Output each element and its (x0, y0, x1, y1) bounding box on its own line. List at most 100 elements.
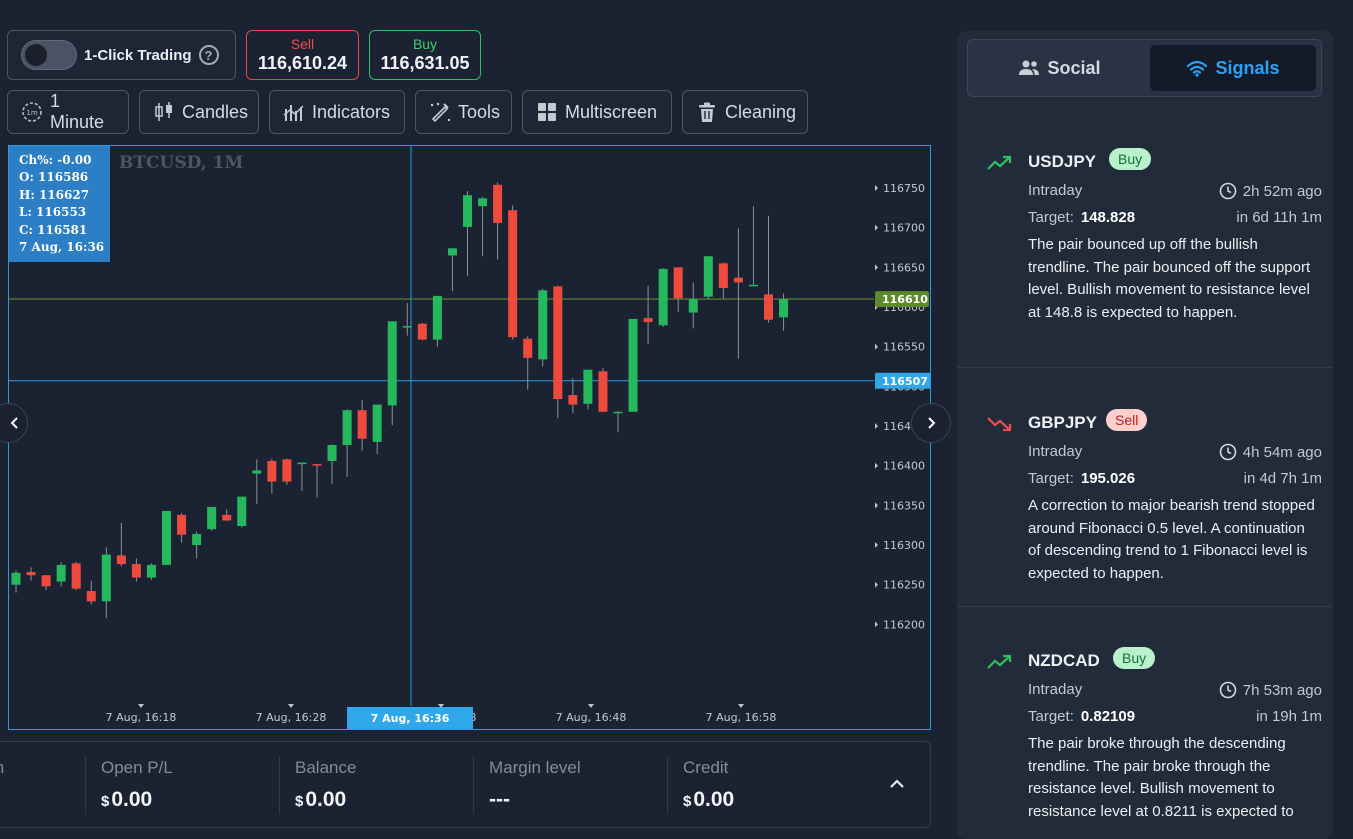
signal-target: 148.828 (1080, 209, 1136, 226)
signal-age: 4h 54m ago (1242, 443, 1322, 461)
tools-button[interactable]: Tools (415, 90, 512, 134)
candle-up (402, 326, 412, 328)
ohlc-tooltip: Ch%: -0.00 O: 116586 H: 116627 L: 116553… (9, 146, 110, 262)
cleaning-label: Cleaning (725, 101, 797, 122)
multiscreen-button[interactable]: Multiscreen (522, 90, 672, 134)
chevron-left-icon (10, 417, 18, 429)
candle-up (703, 256, 713, 297)
candle-up (192, 533, 202, 546)
signal-expiry: in 4d 7h 1m (1243, 470, 1322, 487)
candle-down (417, 323, 427, 340)
x-tick-marker (588, 704, 594, 708)
candle-up (387, 321, 397, 406)
candle-up (372, 404, 382, 442)
tab-signals[interactable]: Signals (1150, 45, 1316, 91)
currency-symbol: $ (295, 793, 304, 810)
candle-up (583, 369, 593, 404)
candle-down (86, 591, 96, 602)
stat-balance: Balance $0.00 (295, 758, 356, 812)
candle-up (237, 496, 247, 527)
candle-down (26, 572, 36, 576)
candlestick-chart[interactable]: 1162001162501163001163501164001164501165… (9, 146, 931, 730)
y-tick-marker (875, 185, 878, 191)
candles-button[interactable]: Candles (139, 90, 259, 134)
tools-label: Tools (458, 101, 501, 122)
candle-down (568, 395, 578, 405)
buy-button[interactable]: Buy 116,631.05 (369, 30, 481, 80)
candle-down (357, 410, 367, 439)
help-icon[interactable]: ? (198, 45, 219, 65)
y-tick-marker (875, 542, 878, 549)
candle-up (56, 564, 66, 582)
multiscreen-label: Multiscreen (565, 101, 658, 122)
stat-margin-level: Margin level --- (489, 758, 581, 812)
candle-down (71, 563, 81, 589)
candle-down (733, 277, 743, 283)
candle-down (493, 184, 503, 223)
stat-value: 0.00 (111, 788, 153, 811)
chart-next-arrow[interactable] (911, 403, 951, 443)
candle-up (162, 510, 171, 565)
y-tick-label: 116400 (883, 460, 925, 473)
stat-value: 0.00 (693, 788, 735, 811)
y-tick-label: 116200 (883, 618, 925, 631)
x-tick-label: 7 Aug, 16:48 (556, 711, 627, 724)
x-tick-label: 7 Aug, 16:18 (106, 711, 177, 724)
signal-pair: GBPJPY (1028, 413, 1097, 432)
candle-down (718, 263, 728, 288)
candle-down (116, 555, 126, 565)
stat-label: Balance (295, 758, 357, 777)
y-tick-marker (875, 581, 878, 588)
cleaning-button[interactable]: Cleaning (682, 90, 808, 134)
one-click-trading-toggle[interactable]: 1-Click Trading ? (7, 30, 236, 80)
signal-age: 2h 52m ago (1242, 182, 1322, 200)
tools-icon (430, 102, 451, 123)
y-tick-label: 116700 (883, 222, 925, 235)
tooltip-low: L: 116553 (19, 205, 87, 220)
candle-down (598, 371, 608, 412)
candle-up (432, 295, 442, 340)
account-stats-bar: in Open P/L $0.00 Balance $0.00 Margin l… (0, 741, 931, 828)
y-tick-label: 116650 (883, 261, 925, 274)
candle-up (613, 411, 623, 414)
sell-label: Sell (290, 36, 315, 52)
candles-icon (155, 102, 172, 121)
crosshair-price-label: 116507 (882, 375, 928, 388)
candle-up (447, 248, 457, 256)
toggle-switch[interactable] (21, 40, 77, 70)
currency-symbol: $ (683, 793, 692, 810)
price-chart[interactable]: 116200 116250 116300 116350 116400 116450 1165… (8, 145, 931, 730)
stat-open-pl: Open P/L $0.00 (101, 758, 173, 812)
y-tick-marker (875, 264, 878, 271)
signals-panel: Social Signals USDJPY Buy Intraday 2h 52… (957, 31, 1333, 839)
candle-up (658, 268, 668, 326)
candle-down (312, 464, 322, 466)
y-tick-marker (875, 343, 878, 350)
candle-down (222, 514, 232, 521)
signal-target: 0.82109 (1080, 708, 1136, 725)
timeframe-button[interactable]: 1m 1 Minute (7, 90, 129, 134)
sell-button[interactable]: Sell 116,610.24 (246, 30, 359, 80)
candle-down (643, 318, 653, 323)
current-price-label: 116610 (882, 293, 928, 306)
users-icon (1019, 60, 1040, 75)
clock-icon (1219, 443, 1237, 461)
chevron-up-icon[interactable] (889, 778, 905, 790)
candle-up (342, 410, 352, 446)
candle-up (478, 198, 488, 207)
x-tick-marker (738, 704, 744, 708)
signal-term: Intraday (1028, 182, 1083, 199)
indicators-button[interactable]: Indicators (269, 90, 405, 134)
y-tick-marker (875, 224, 878, 231)
candle-down (177, 514, 187, 535)
signal-direction-badge: Buy (1113, 647, 1156, 669)
candle-up (463, 195, 472, 227)
tab-social[interactable]: Social (972, 45, 1147, 91)
chart-symbol: BTCUSD, 1M (119, 153, 244, 173)
y-tick-label: 116350 (883, 499, 925, 512)
buy-label: Buy (412, 36, 438, 52)
candle-down (673, 267, 683, 299)
y-tick-marker (875, 621, 878, 628)
candle-up (748, 284, 758, 287)
candles-label: Candles (182, 101, 249, 122)
